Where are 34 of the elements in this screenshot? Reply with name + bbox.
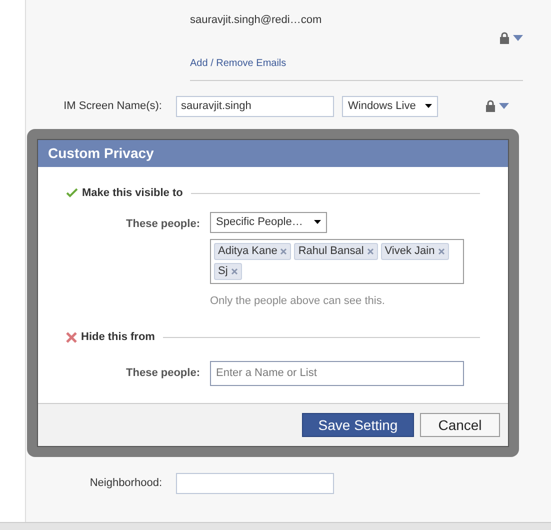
person-token[interactable]: Sj [214, 262, 242, 280]
im-screen-name-field[interactable]: sauravjit.singh [176, 96, 334, 116]
remove-icon[interactable] [366, 248, 374, 254]
remove-icon[interactable] [438, 248, 445, 254]
person-token[interactable]: Vivek Jain [380, 242, 449, 260]
visibility-note: Only the people above can see this. [210, 294, 386, 308]
im-label: IM Screen Name(s): [62, 98, 163, 114]
email-address: sauravjit.singh@redi…com [190, 13, 323, 28]
caret-icon [425, 104, 432, 108]
im-service-dropdown[interactable]: Windows Live [342, 96, 438, 116]
dialog-title: Custom Privacy [48, 144, 154, 163]
hide-from-field[interactable]: Enter a Name or List [210, 360, 464, 386]
field-label: These people: [125, 366, 201, 381]
neighborhood-label: Neighborhood: [88, 476, 163, 492]
cross-icon [66, 332, 77, 343]
people-token-field[interactable]: Aditya Kane Rahul Bansal Vivek Jain Sj [210, 238, 464, 284]
section-heading: Make this visible to [82, 186, 183, 201]
person-token[interactable]: Aditya Kane [214, 242, 292, 260]
neighborhood-field[interactable] [176, 473, 334, 494]
save-button[interactable]: Save Setting [302, 413, 414, 437]
cancel-button[interactable]: Cancel [420, 413, 500, 437]
remove-icon[interactable] [280, 248, 288, 254]
lock-icon [486, 100, 495, 112]
lock-icon [500, 32, 509, 44]
person-token[interactable]: Rahul Bansal [294, 242, 378, 260]
check-icon [66, 188, 78, 198]
add-remove-emails-link[interactable]: Add / Remove Emails [190, 56, 286, 70]
caret-icon[interactable] [499, 103, 509, 109]
field-label: These people: [125, 216, 201, 232]
caret-icon [314, 220, 321, 224]
audience-dropdown[interactable]: Specific People… [210, 212, 327, 232]
remove-icon[interactable] [230, 268, 238, 274]
section-heading: Hide this from [81, 330, 155, 345]
caret-icon[interactable] [513, 34, 523, 40]
